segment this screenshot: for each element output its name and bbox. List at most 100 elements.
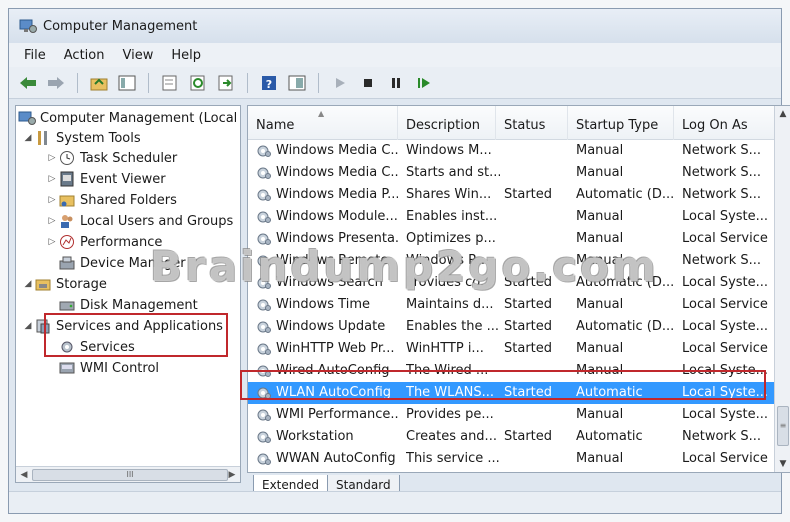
cell-startup-type: Manual bbox=[576, 253, 624, 268]
table-row[interactable]: Windows Presenta... Optimizes p... Manual L… bbox=[248, 228, 776, 250]
scroll-up-icon[interactable]: ▲ bbox=[775, 106, 790, 122]
cell-status bbox=[504, 228, 572, 250]
column-header-log-on-as[interactable]: Log On As bbox=[674, 106, 776, 140]
service-gear-icon bbox=[256, 276, 272, 290]
collapsed-arrow-icon[interactable]: ▷ bbox=[46, 195, 58, 205]
tree-item-performance[interactable]: ▷ Performance bbox=[46, 232, 163, 252]
table-row[interactable]: Windows Update Enables the ... Started Auto… bbox=[248, 316, 776, 338]
table-row[interactable]: WinHTTP Web Pr... WinHTTP i... Started Manu… bbox=[248, 338, 776, 360]
cell-status: Started bbox=[504, 319, 553, 334]
cell-log-on-as: Local Syste... bbox=[682, 407, 769, 422]
table-row[interactable]: WMI Performance... Provides pe... Manual Lo… bbox=[248, 404, 776, 426]
tree-item-local-users[interactable]: ▷ Local Users and Groups bbox=[46, 211, 234, 231]
table-row[interactable]: Workstation Creates and... Started Automati… bbox=[248, 426, 776, 448]
service-gear-icon bbox=[256, 188, 272, 202]
table-row[interactable]: Windows Media C... Starts and st... Manual… bbox=[248, 162, 776, 184]
tree-item-device-manager[interactable]: Device Manager bbox=[58, 253, 186, 273]
column-header-startup-type[interactable]: Startup Type bbox=[568, 106, 674, 140]
tree-item-wmi-control[interactable]: WMI Control bbox=[58, 358, 159, 378]
column-header-name[interactable]: Name bbox=[248, 106, 398, 140]
table-row[interactable]: Windows Remote... Windows R... Manual Netwo… bbox=[248, 250, 776, 272]
cell-startup-type: Manual bbox=[576, 165, 624, 180]
start-icon[interactable] bbox=[329, 72, 351, 94]
cell-log-on-as: Local Service bbox=[682, 451, 768, 466]
table-row[interactable]: WWAN AutoConfig This service ... Manual Loc… bbox=[248, 448, 776, 470]
toolbar: ? bbox=[9, 67, 781, 99]
scroll-left-icon[interactable]: ◀ bbox=[16, 467, 32, 482]
cell-name: Windows Media C... bbox=[276, 143, 398, 158]
collapsed-arrow-icon[interactable]: ▷ bbox=[46, 174, 58, 184]
export-icon[interactable] bbox=[215, 72, 237, 94]
tree-horizontal-scrollbar[interactable]: ◀ III ▶ bbox=[16, 466, 240, 482]
cell-description: Enables inst... bbox=[406, 209, 498, 224]
restart-icon[interactable] bbox=[413, 72, 435, 94]
cell-status: Started bbox=[504, 341, 553, 356]
tree-item-system-tools[interactable]: ◢ System Tools bbox=[22, 128, 141, 148]
tools-icon bbox=[34, 130, 52, 146]
menu-file[interactable]: File bbox=[15, 48, 55, 63]
cell-status bbox=[504, 448, 572, 470]
scroll-thumb[interactable]: III bbox=[32, 469, 228, 481]
tree-item-label: Event Viewer bbox=[80, 171, 166, 187]
expanded-arrow-icon[interactable]: ◢ bbox=[22, 133, 34, 143]
cell-name: Windows Module... bbox=[276, 209, 398, 224]
cell-log-on-as: Local Service bbox=[682, 231, 768, 246]
status-bar bbox=[9, 491, 781, 513]
window-title: Computer Management bbox=[43, 18, 198, 34]
cell-startup-type: Automatic (D... bbox=[576, 319, 675, 334]
forward-icon[interactable] bbox=[45, 72, 67, 94]
column-header-status[interactable]: Status bbox=[496, 106, 568, 140]
cell-log-on-as: Network S... bbox=[682, 253, 762, 268]
cell-name: Windows Presenta... bbox=[276, 231, 398, 246]
table-row[interactable]: Windows Module... Enables inst... Manual Lo… bbox=[248, 206, 776, 228]
toolbar-separator bbox=[148, 72, 149, 93]
tree-item-label: Device Manager bbox=[80, 255, 186, 271]
event-viewer-icon bbox=[58, 171, 76, 187]
tree-item-storage[interactable]: ◢ Storage bbox=[22, 274, 107, 294]
collapsed-arrow-icon[interactable]: ▷ bbox=[46, 237, 58, 247]
title-bar: Computer Management bbox=[9, 9, 781, 43]
pause-icon[interactable] bbox=[385, 72, 407, 94]
column-header-description[interactable]: Description bbox=[398, 106, 496, 140]
stop-icon[interactable] bbox=[357, 72, 379, 94]
table-row[interactable]: Windows Search Provides co... Started Autom… bbox=[248, 272, 776, 294]
cell-status bbox=[504, 250, 572, 272]
cell-name: Workstation bbox=[276, 429, 354, 444]
menu-view[interactable]: View bbox=[113, 48, 162, 63]
scroll-thumb[interactable]: ≡ bbox=[777, 406, 789, 446]
service-gear-icon bbox=[256, 210, 272, 224]
refresh-icon[interactable] bbox=[187, 72, 209, 94]
menu-help[interactable]: Help bbox=[162, 48, 210, 63]
table-row[interactable]: Windows Media C... Windows M... Manual Netw… bbox=[248, 140, 776, 162]
service-gear-icon bbox=[256, 232, 272, 246]
tree-item-label: Performance bbox=[80, 234, 163, 250]
expanded-arrow-icon[interactable]: ◢ bbox=[22, 279, 34, 289]
tree-item-disk-management[interactable]: Disk Management bbox=[58, 295, 198, 315]
tree-item-task-scheduler[interactable]: ▷ Task Scheduler bbox=[46, 148, 178, 168]
help-icon[interactable]: ? bbox=[258, 72, 280, 94]
properties-icon[interactable] bbox=[159, 72, 181, 94]
back-icon[interactable] bbox=[17, 72, 39, 94]
tree-item-event-viewer[interactable]: ▷ Event Viewer bbox=[46, 169, 166, 189]
expanded-arrow-icon[interactable]: ◢ bbox=[22, 321, 34, 331]
menu-action[interactable]: Action bbox=[55, 48, 114, 63]
table-row[interactable]: Windows Time Maintains d... Started Manual L… bbox=[248, 294, 776, 316]
list-header: ▲ Name Description Status Startup Type L… bbox=[248, 106, 776, 140]
collapsed-arrow-icon[interactable]: ▷ bbox=[46, 153, 58, 163]
tree-item-computer-management[interactable]: Computer Management (Local bbox=[18, 108, 237, 128]
performance-icon bbox=[58, 234, 76, 250]
shared-folder-icon bbox=[58, 192, 76, 208]
up-folder-icon[interactable] bbox=[88, 72, 110, 94]
show-hide-icon[interactable] bbox=[286, 72, 308, 94]
table-row[interactable]: Windows Media P... Shares Win... Started Au… bbox=[248, 184, 776, 206]
console-tree-icon[interactable] bbox=[116, 72, 138, 94]
scroll-down-icon[interactable]: ▼ bbox=[775, 456, 790, 472]
cell-description: Windows R... bbox=[406, 253, 490, 268]
tree-item-label: Shared Folders bbox=[80, 192, 177, 208]
scroll-right-icon[interactable]: ▶ bbox=[224, 467, 240, 482]
cell-status bbox=[504, 162, 572, 184]
tree-item-shared-folders[interactable]: ▷ Shared Folders bbox=[46, 190, 177, 210]
collapsed-arrow-icon[interactable]: ▷ bbox=[46, 216, 58, 226]
cell-description: WinHTTP i... bbox=[406, 341, 484, 356]
list-vertical-scrollbar[interactable]: ▲ ≡ ▼ bbox=[774, 106, 790, 472]
